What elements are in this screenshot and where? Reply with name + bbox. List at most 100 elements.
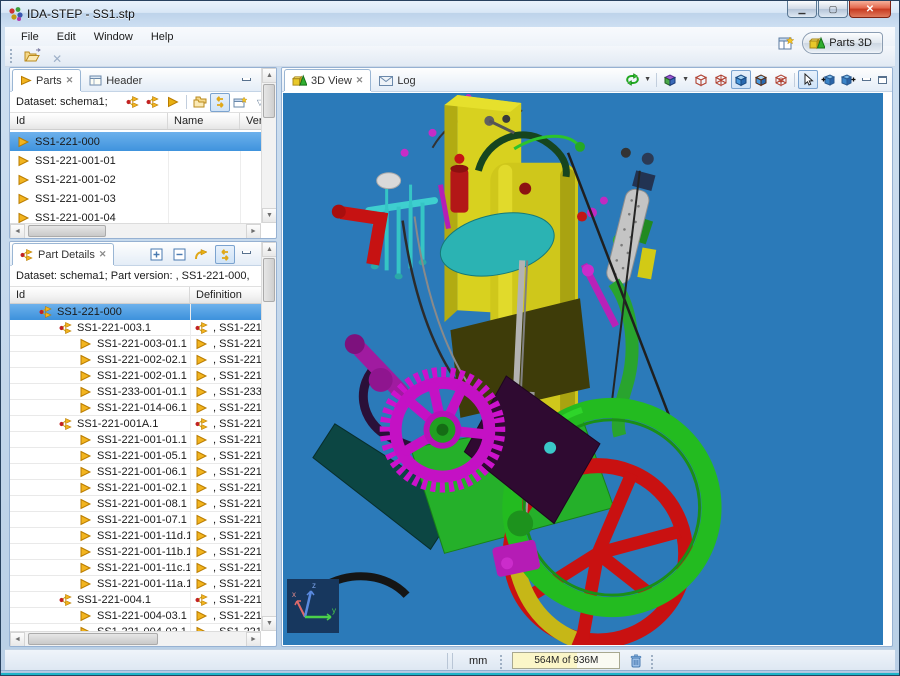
details-tree-row[interactable]: SS1-221-003.1, SS1-221-003 xyxy=(10,320,261,336)
menu-item-help[interactable]: Help xyxy=(143,29,182,45)
tab-header[interactable]: Header xyxy=(81,69,150,91)
column-header-definition[interactable]: Definition xyxy=(190,287,250,303)
column-header-name[interactable]: Name xyxy=(168,113,240,129)
parts-table-row[interactable]: SS1-221-001-02 xyxy=(10,170,261,189)
minimize-view-button[interactable] xyxy=(238,245,254,259)
details-tree-row[interactable]: SS1-221-001-11c.1, SS1-221-001 xyxy=(10,560,261,576)
details-tree-row[interactable]: SS1-221-001-06.1, SS1-221-001 xyxy=(10,464,261,480)
show-parents-button[interactable] xyxy=(143,93,163,112)
shaded-mode-button[interactable] xyxy=(731,70,751,89)
menu-item-file[interactable]: File xyxy=(13,29,47,45)
show-children-button[interactable] xyxy=(123,93,143,112)
group-parts-button[interactable] xyxy=(190,93,210,112)
details-tree-row[interactable]: SS1-221-001-08.1, SS1-221-001 xyxy=(10,496,261,512)
details-tree-row[interactable]: SS1-221-014-06.1, SS1-221-014 xyxy=(10,400,261,416)
menu-item-window[interactable]: Window xyxy=(86,29,141,45)
details-tree-row[interactable]: SS1-221-001A.1, SS1-221-001 xyxy=(10,416,261,432)
wireframe-mode-button[interactable] xyxy=(691,70,711,89)
parts-tabbar: Parts ✕ Header xyxy=(10,68,276,92)
show-part-button[interactable] xyxy=(163,93,183,112)
tab-parts[interactable]: Parts ✕ xyxy=(12,69,81,91)
scroll-up-icon[interactable]: ▲ xyxy=(262,68,277,83)
parts-table-row[interactable]: SS1-221-000 xyxy=(10,132,261,151)
sync-selection-button[interactable] xyxy=(215,245,235,264)
menu-item-edit[interactable]: Edit xyxy=(49,29,84,45)
details-tree-row[interactable]: SS1-221-004-03.1, SS1-221-004 xyxy=(10,608,261,624)
details-tree-row[interactable]: SS1-221-001-02.1, SS1-221-001 xyxy=(10,480,261,496)
scrollbar-thumb[interactable] xyxy=(263,84,275,118)
run-garbage-collector-button[interactable] xyxy=(626,651,646,670)
rotate-view-button[interactable] xyxy=(622,70,642,89)
render-mode-button[interactable] xyxy=(660,70,680,89)
parts-horizontal-scrollbar[interactable]: ◄ ► xyxy=(10,223,261,238)
scrollbar-thumb[interactable] xyxy=(263,258,275,302)
title-bar[interactable]: IDA-STEP - SS1.stp ▁ ▢ ✕ xyxy=(1,1,899,27)
minimize-view-button[interactable] xyxy=(858,73,874,87)
close-tab-icon[interactable]: ✕ xyxy=(99,249,107,260)
scrollbar-thumb[interactable] xyxy=(28,633,158,645)
zoom-out-tool-button[interactable] xyxy=(838,70,858,89)
minimize-view-button[interactable] xyxy=(238,72,254,86)
details-tree-row[interactable]: SS1-221-004.1, SS1-221-004 xyxy=(10,592,261,608)
details-tree-row[interactable]: SS1-221-001-11a.1, SS1-221-001 xyxy=(10,576,261,592)
details-horizontal-scrollbar[interactable]: ◄ ► xyxy=(10,631,261,646)
perspective-parts3d-button[interactable]: Parts 3D xyxy=(802,32,883,54)
link-selection-button[interactable] xyxy=(210,93,230,112)
details-tree-row[interactable]: SS1-221-000 xyxy=(10,304,261,320)
close-button[interactable]: ✕ xyxy=(849,1,891,18)
details-tree-row[interactable]: SS1-221-001-01.1, SS1-221-001 xyxy=(10,432,261,448)
row-label: SS1-221-001-06.1 xyxy=(97,466,187,478)
close-tab-icon[interactable]: ✕ xyxy=(356,75,364,86)
column-header-id[interactable]: Id xyxy=(10,287,190,303)
scroll-left-icon[interactable]: ◄ xyxy=(10,224,25,239)
toolbar-grip[interactable] xyxy=(10,49,14,63)
minimize-button[interactable]: ▁ xyxy=(787,1,817,18)
details-tree-row[interactable]: SS1-221-004-02.1, SS1-221-004 xyxy=(10,624,261,631)
new-view-button[interactable] xyxy=(230,93,250,112)
maximize-view-button[interactable] xyxy=(874,73,890,87)
dropdown-chevron-icon[interactable]: ▼ xyxy=(682,76,689,83)
zoom-in-tool-button[interactable] xyxy=(818,70,838,89)
column-header-id[interactable]: Id xyxy=(10,113,168,129)
parts-vertical-scrollbar[interactable]: ▲ ▼ xyxy=(261,68,276,223)
details-tree-row[interactable]: SS1-221-001-11b.1, SS1-221-001 xyxy=(10,544,261,560)
select-tool-button[interactable] xyxy=(798,70,818,89)
column-header-vers[interactable]: Vers xyxy=(240,113,262,129)
tree-definition-cell: , SS1-221-003 xyxy=(190,322,261,334)
maximize-button[interactable]: ▢ xyxy=(818,1,848,18)
collapse-all-button[interactable] xyxy=(169,245,189,264)
close-tab-icon[interactable]: ✕ xyxy=(66,75,74,86)
scroll-right-icon[interactable]: ► xyxy=(246,632,261,647)
details-vertical-scrollbar[interactable]: ▲ ▼ xyxy=(261,242,276,631)
tab-part-details[interactable]: Part Details ✕ xyxy=(12,243,114,265)
details-tree-row[interactable]: SS1-221-002-01.1, SS1-221-002 xyxy=(10,368,261,384)
scroll-right-icon[interactable]: ► xyxy=(246,224,261,239)
memory-gauge[interactable]: 564M of 936M xyxy=(512,652,620,669)
details-tree-row[interactable]: SS1-221-001-11d.1, SS1-221-001 xyxy=(10,528,261,544)
parts-table-row[interactable]: SS1-221-001-01 xyxy=(10,151,261,170)
hidden-line-mode-button[interactable] xyxy=(771,70,791,89)
dropdown-chevron-icon[interactable]: ▼ xyxy=(644,76,651,83)
parts-table-row[interactable]: SS1-221-001-03 xyxy=(10,189,261,208)
tab-log[interactable]: Log xyxy=(371,69,423,91)
scroll-left-icon[interactable]: ◄ xyxy=(10,632,25,647)
parts-table-row[interactable]: SS1-221-001-04 xyxy=(10,208,261,223)
part-leaf-icon xyxy=(194,546,209,558)
scroll-down-icon[interactable]: ▼ xyxy=(262,208,277,223)
expand-all-button[interactable] xyxy=(146,245,166,264)
details-tree-row[interactable]: SS1-233-001-01.1, SS1-233-001 xyxy=(10,384,261,400)
3d-viewport[interactable]: x z y xyxy=(283,93,883,645)
tab-3d-view[interactable]: 3D View ✕ xyxy=(284,69,371,91)
open-file-button[interactable] xyxy=(21,47,43,65)
details-tree-row[interactable]: SS1-221-001-05.1, SS1-221-001 xyxy=(10,448,261,464)
details-tree-row[interactable]: SS1-221-003-01.1, SS1-221-003 xyxy=(10,336,261,352)
scroll-down-icon[interactable]: ▼ xyxy=(262,616,277,631)
details-tree-row[interactable]: SS1-221-002-02.1, SS1-221-002 xyxy=(10,352,261,368)
open-perspective-button[interactable] xyxy=(775,35,797,53)
details-tree-row[interactable]: SS1-221-001-07.1, SS1-221-001 xyxy=(10,512,261,528)
scroll-up-icon[interactable]: ▲ xyxy=(262,242,277,257)
wireframe-all-mode-button[interactable] xyxy=(711,70,731,89)
link-with-editor-button[interactable] xyxy=(192,245,212,264)
scrollbar-thumb[interactable] xyxy=(28,225,106,237)
shaded-edges-mode-button[interactable] xyxy=(751,70,771,89)
